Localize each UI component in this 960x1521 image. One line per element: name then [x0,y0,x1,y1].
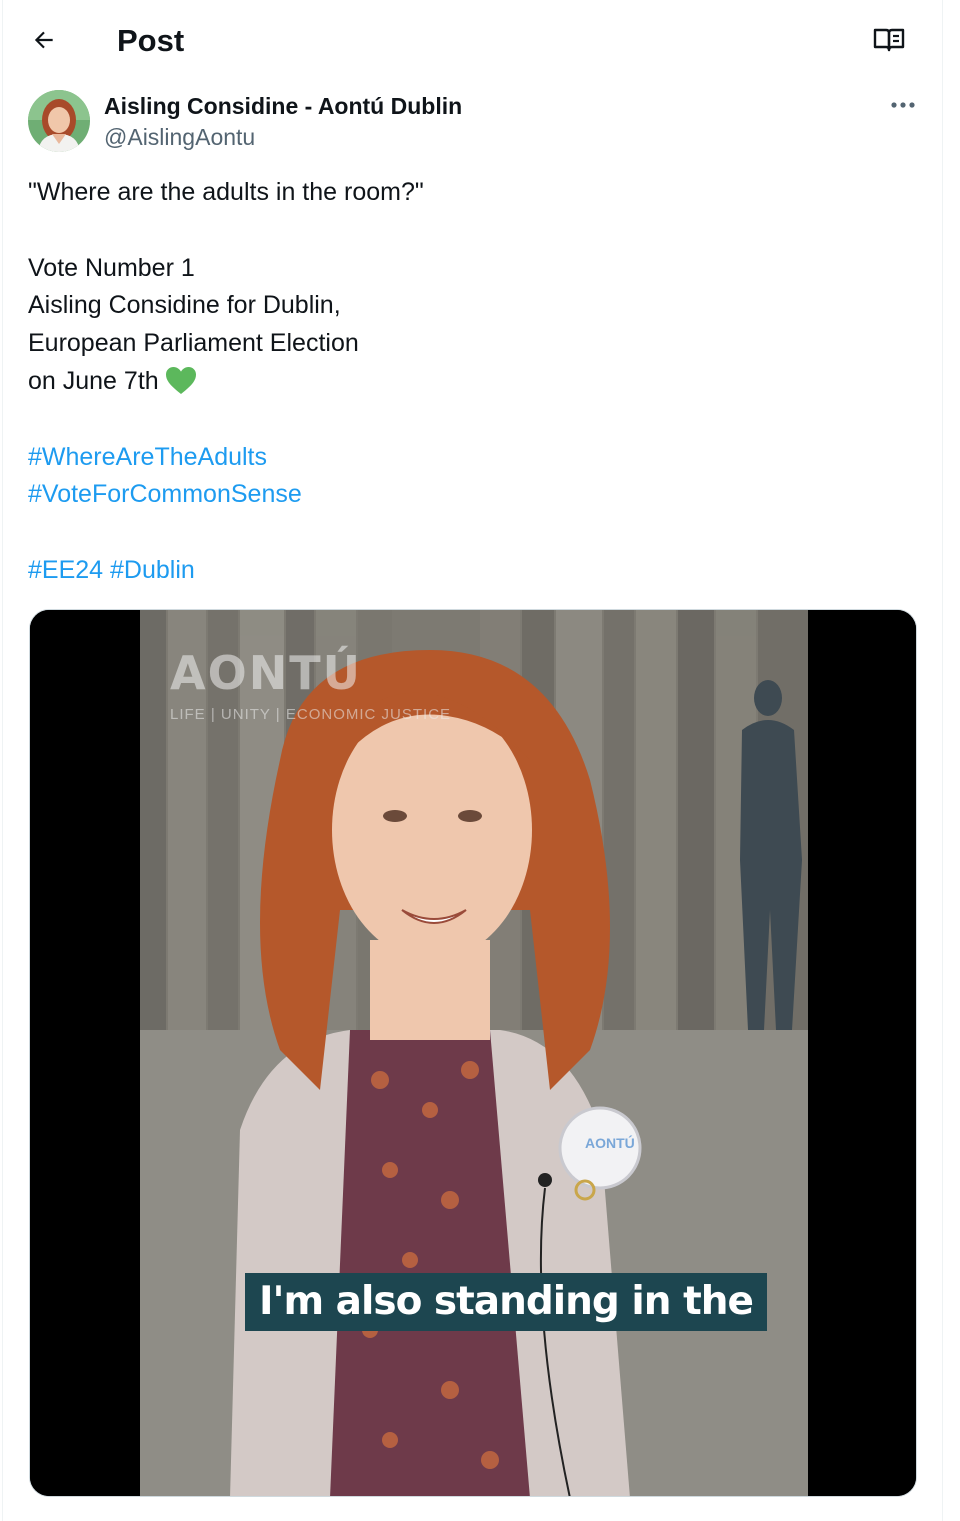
post-text-line: European Parliament Election [28,329,359,358]
author-display-name[interactable]: Aisling Considine - Aontú Dublin [104,91,462,121]
back-button[interactable] [24,22,64,62]
page-title: Post [117,23,185,58]
hashtag-link[interactable]: #EE24 [28,556,103,584]
avatar[interactable] [28,90,90,152]
more-horizontal-icon [890,96,916,114]
green-heart-icon [165,366,197,407]
hashtag-link[interactable]: #VoteForCommonSense [28,480,302,508]
hashtag-link[interactable]: #Dublin [110,556,195,584]
post-text-line: #EE24 #Dublin [28,552,908,590]
post-text-fragment: on June 7th [28,366,159,395]
post-text-line: Vote Number 1 [28,253,195,282]
column-border-left [2,0,3,1521]
reader-mode-button[interactable] [868,22,910,62]
badge-text: AONTÚ [585,1135,635,1151]
reader-mode-icon [873,26,905,59]
post-text-line: #WhereAreTheAdults [28,439,908,477]
post-text: "Where are the adults in the room?" Vote… [28,174,908,590]
video-player[interactable]: AONTÚ LIFE | UNITY | ECONOMIC JUSTICE AO… [29,609,917,1497]
post-text-line: #VoteForCommonSense [28,476,908,514]
video-watermark-tagline: LIFE | UNITY | ECONOMIC JUSTICE [170,706,452,723]
author-handle[interactable]: @AislingAontu [104,122,255,152]
hashtag-link[interactable]: #WhereAreTheAdults [28,443,267,471]
post-author: Aisling Considine - Aontú Dublin @Aislin… [28,88,918,154]
top-bar: Post [0,0,942,80]
arrow-left-icon [31,27,57,58]
video-watermark: AONTÚ [170,646,362,700]
more-options-button[interactable] [886,90,920,120]
post-text-line: Aisling Considine for Dublin, [28,291,341,320]
post-text-line: "Where are the adults in the room?" [28,178,424,206]
column-border-right [942,0,943,1521]
video-caption: I'm also standing in the [245,1273,767,1331]
post-text-line-with-emoji: on June 7th [28,363,908,401]
video-frame [30,610,916,1496]
